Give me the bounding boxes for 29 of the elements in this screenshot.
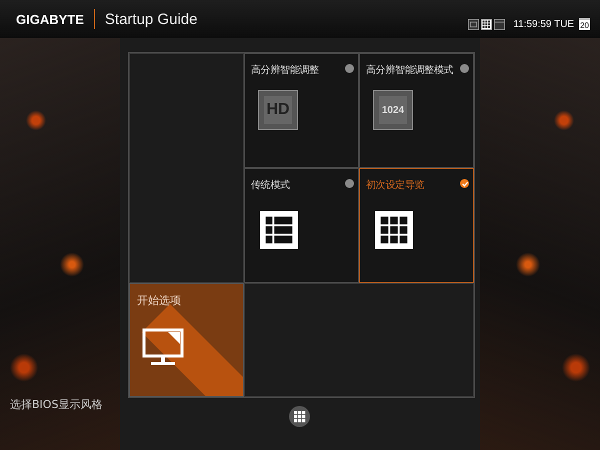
mode-tile[interactable]: 初次设定导览 — [359, 168, 474, 283]
tile-label: 传统模式 — [251, 178, 290, 192]
grid-layout-icon — [375, 211, 413, 249]
tile-label: 高分辨智能调整 — [251, 64, 319, 77]
tile-label: 高分辨智能调整模式 — [366, 64, 454, 77]
hint-text: 选择BIOS显示风格 — [10, 397, 102, 412]
list-layout-icon — [260, 211, 298, 249]
hd-view-icon[interactable] — [468, 18, 480, 30]
calendar-date: 20 — [579, 18, 590, 30]
window-view-icon[interactable] — [494, 18, 506, 30]
tile-label: 初次设定导览 — [366, 178, 424, 192]
status-dot — [460, 64, 469, 73]
menu-button[interactable] — [289, 406, 310, 427]
status-dot — [345, 64, 354, 73]
check-icon — [460, 179, 469, 188]
grid-icon — [294, 410, 306, 422]
resolution-icon: 1024 — [373, 90, 413, 130]
tile-label: 开始选项 — [137, 293, 181, 308]
grid-view-icon[interactable] — [481, 18, 492, 30]
mode-tile[interactable]: 高分辨智能调整 HD — [244, 53, 359, 168]
clock-time: 11:59:59 TUE — [513, 18, 574, 30]
brand-logo: GIGABYTE — [16, 12, 84, 26]
status-dot — [345, 179, 354, 188]
hd-icon: HD — [258, 90, 298, 130]
start-options-tile[interactable]: 开始选项 — [129, 283, 244, 397]
app-title: Startup Guide — [104, 10, 198, 28]
monitor-icon — [142, 328, 184, 368]
mode-tile[interactable]: 高分辨智能调整模式 1024 — [359, 53, 474, 168]
mode-tile[interactable]: 传统模式 — [244, 168, 359, 283]
